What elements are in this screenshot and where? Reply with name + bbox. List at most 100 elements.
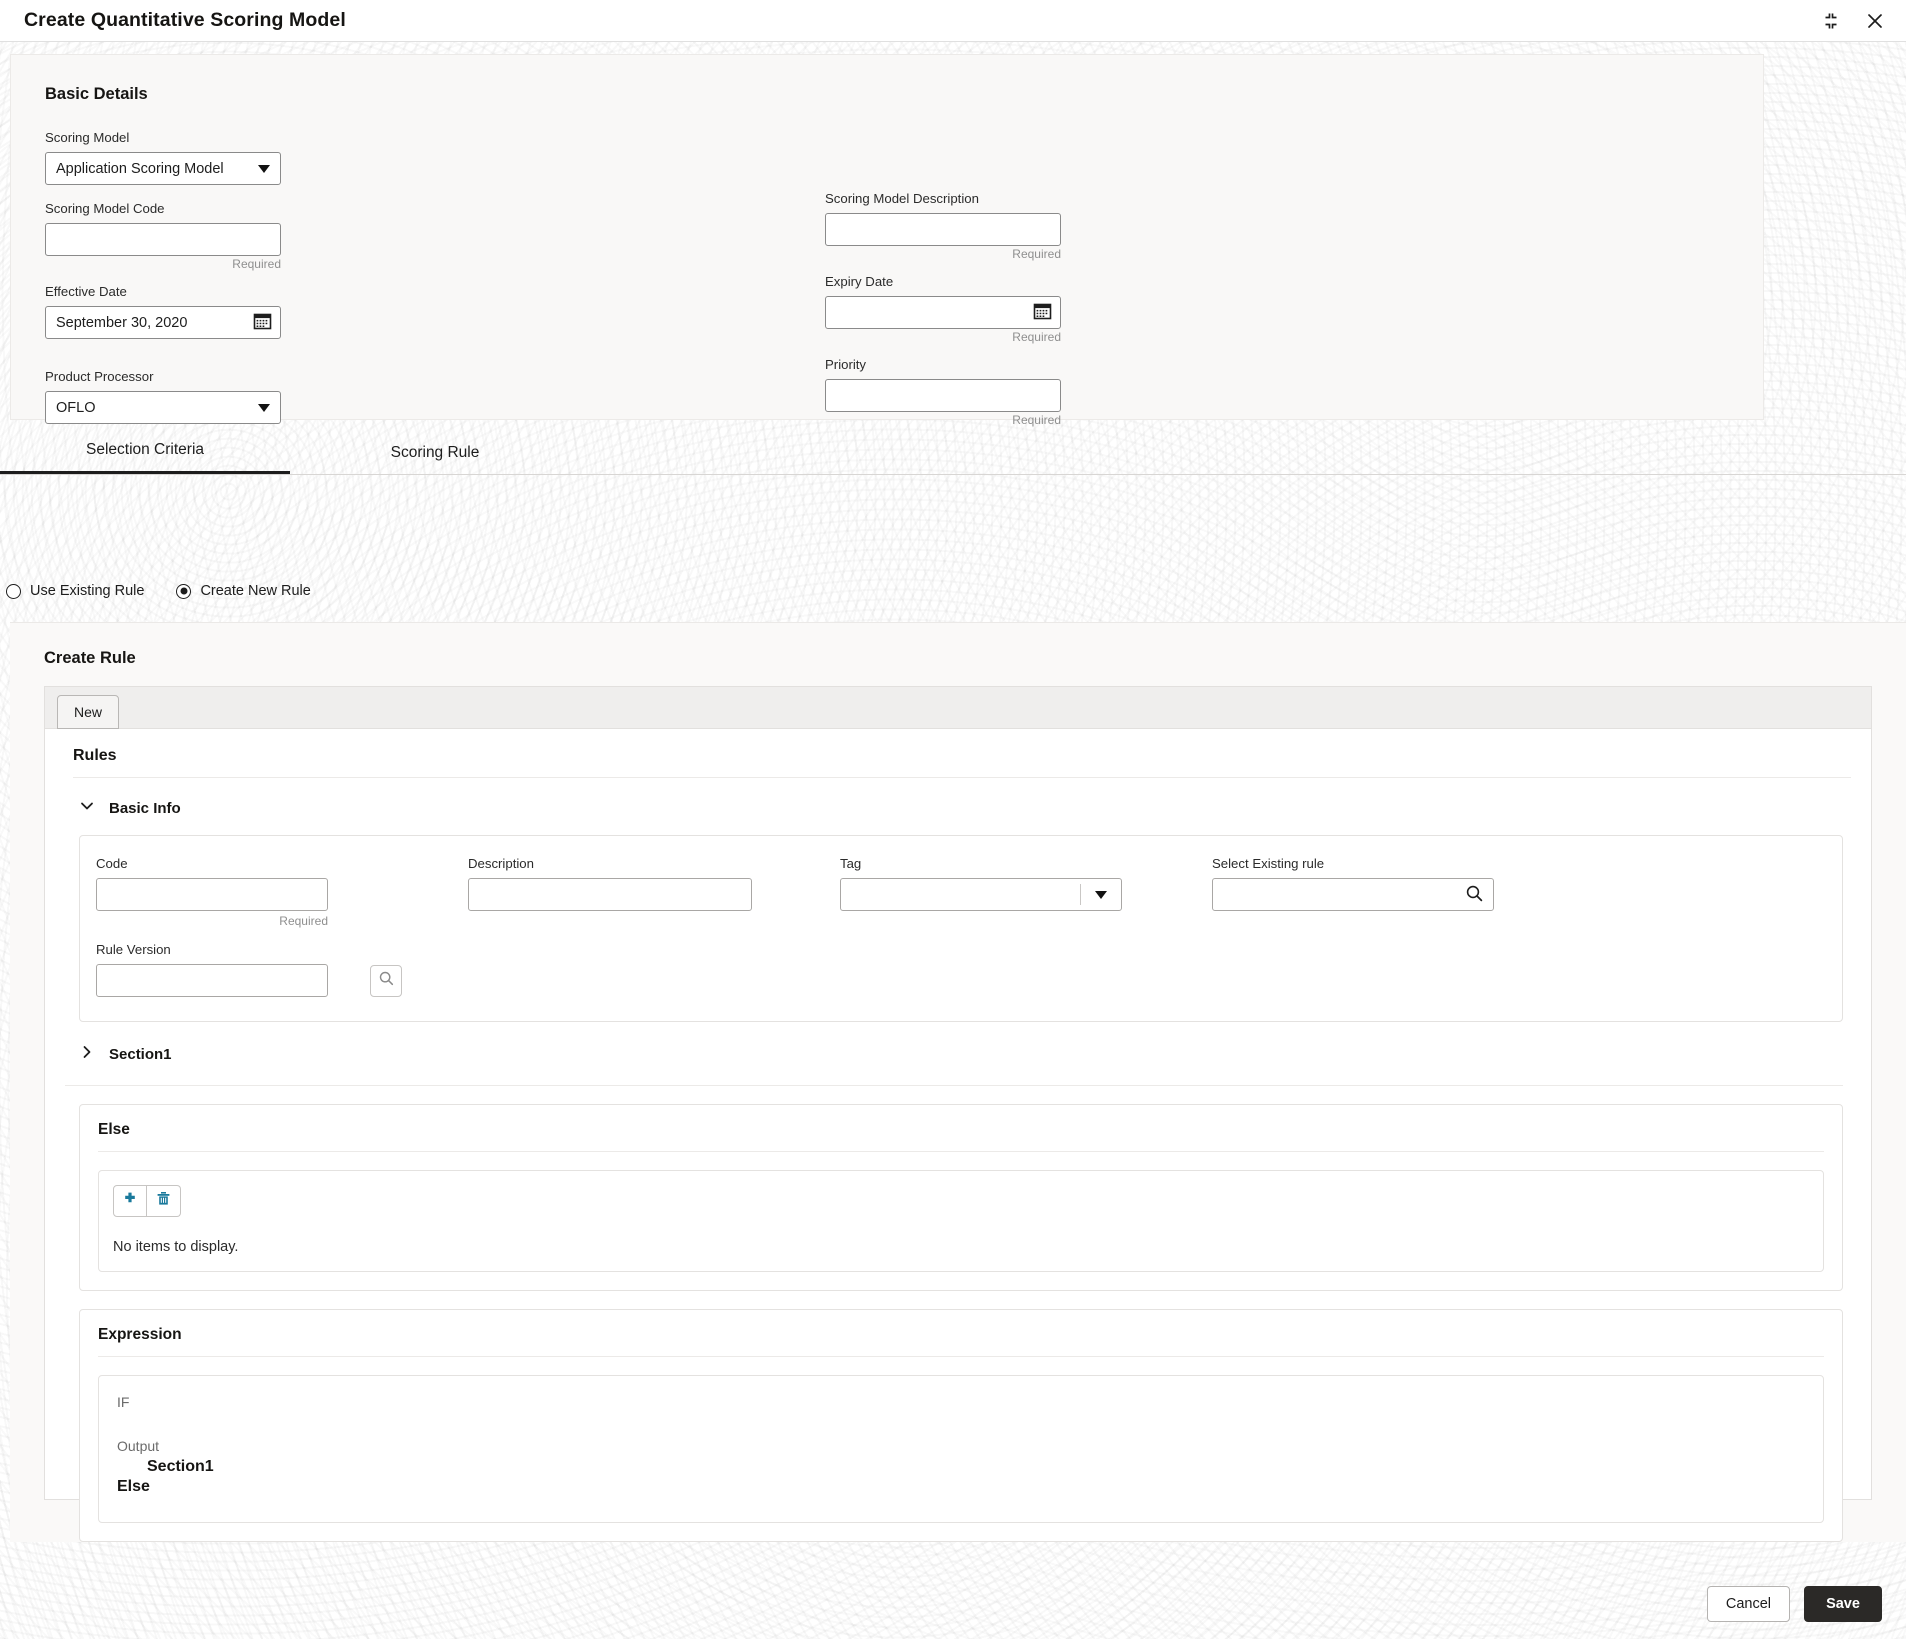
field-expiry-date: Expiry Date Required: [825, 274, 1729, 344]
chevron-down-icon: [79, 798, 95, 819]
field-effective-date: Effective Date September 30, 2020: [45, 284, 685, 339]
else-divider: [98, 1151, 1824, 1152]
product-processor-label: Product Processor: [45, 369, 154, 384]
expression-content: IF Output Section1 Else: [98, 1375, 1824, 1523]
chevron-down-icon[interactable]: [1095, 890, 1107, 899]
radio-circle-selected-icon: [176, 583, 192, 599]
product-processor-select[interactable]: OFLO: [45, 391, 281, 424]
radio-create-new-rule[interactable]: Create New Rule: [176, 583, 311, 599]
rule-tabstrip: New: [44, 686, 1872, 729]
new-rule-tab[interactable]: New: [57, 694, 119, 729]
tag-combobox[interactable]: [840, 878, 1122, 911]
section1-accordion-header[interactable]: Section1: [65, 1022, 1843, 1086]
dialog-titlebar: Create Quantitative Scoring Model: [0, 0, 1906, 42]
search-icon[interactable]: [1465, 884, 1484, 906]
field-description: Description: [468, 856, 840, 928]
field-product-processor: Product Processor OFLO: [45, 369, 685, 424]
select-existing-rule-input[interactable]: [1212, 878, 1494, 911]
else-items-container: No items to display.: [98, 1170, 1824, 1272]
expiry-date-input[interactable]: [825, 296, 1061, 329]
radio-use-existing-rule[interactable]: Use Existing Rule: [6, 583, 144, 599]
scoring-model-code-hint: Required: [232, 257, 281, 271]
basic-info-accordion-header[interactable]: Basic Info: [65, 778, 1851, 835]
effective-date-label: Effective Date: [45, 284, 127, 299]
rule-version-row: Rule Version: [96, 942, 1826, 997]
page-title: Create Quantitative Scoring Model: [24, 9, 346, 31]
window-controls: [1818, 8, 1888, 34]
basic-info-box: Code Required Description Tag Select Exi…: [79, 835, 1843, 1022]
plus-icon: [122, 1191, 138, 1212]
trash-icon: [156, 1191, 171, 1212]
field-tag: Tag: [840, 856, 1212, 928]
rule-mode-radiogroup: Use Existing Rule Create New Rule: [0, 583, 311, 599]
field-select-existing-rule: Select Existing rule: [1212, 856, 1826, 928]
create-rule-heading: Create Rule: [44, 649, 136, 667]
code-hint: Required: [279, 914, 328, 928]
code-label: Code: [96, 856, 128, 871]
basic-details-heading: Basic Details: [45, 85, 148, 103]
else-toolbar: [113, 1185, 1809, 1217]
expression-else-label: Else: [117, 1478, 150, 1495]
expression-output-label: Output: [117, 1438, 160, 1454]
tabbar-divider: [0, 474, 1906, 475]
tab-selection-criteria[interactable]: Selection Criteria: [0, 441, 290, 474]
delete-item-button[interactable]: [147, 1185, 181, 1217]
rule-version-input[interactable]: [96, 964, 328, 997]
basic-details-grid: Scoring Model Application Scoring Model …: [45, 130, 1729, 440]
scoring-model-description-input[interactable]: [825, 213, 1061, 246]
expression-divider: [98, 1356, 1824, 1357]
priority-label: Priority: [825, 357, 867, 372]
basic-details-card: Basic Details Scoring Model Application …: [10, 54, 1764, 427]
cancel-button[interactable]: Cancel: [1706, 1586, 1790, 1622]
field-scoring-model-code: Scoring Model Code Required: [45, 201, 685, 271]
basic-info-grid: Code Required Description Tag Select Exi…: [96, 856, 1826, 928]
expiry-date-hint: Required: [1012, 330, 1061, 344]
field-priority: Priority Required: [825, 357, 1729, 427]
effective-date-value: September 30, 2020: [56, 314, 188, 331]
rules-body: Rules Basic Info Code Required Descripti…: [44, 728, 1872, 1542]
section1-label: Section1: [109, 1046, 172, 1063]
create-scoring-model-dialog: Create Quantitative Scoring Model Basic …: [0, 0, 1906, 1639]
scoring-model-code-input[interactable]: [45, 223, 281, 256]
priority-input[interactable]: [825, 379, 1061, 412]
rule-version-search-button[interactable]: [370, 965, 402, 997]
search-icon: [378, 970, 395, 992]
priority-hint: Required: [1012, 413, 1061, 427]
expression-if-label: IF: [117, 1394, 130, 1410]
field-code: Code Required: [96, 856, 468, 928]
basic-details-left-column: Scoring Model Application Scoring Model …: [45, 130, 685, 440]
close-icon[interactable]: [1862, 8, 1888, 34]
expiry-date-label: Expiry Date: [825, 274, 894, 289]
basic-details-right-column: Scoring Model Description Required Expir…: [825, 130, 1729, 440]
create-rule-panel: Create Rule New Rules Basic Info Code Re…: [10, 622, 1906, 1542]
scoring-model-label: Scoring Model: [45, 130, 130, 145]
scoring-model-code-label: Scoring Model Code: [45, 201, 165, 216]
field-scoring-model: Scoring Model Application Scoring Model: [45, 130, 685, 185]
field-rule-version: Rule Version: [96, 942, 328, 997]
expression-block: Expression IF Output Section1 Else: [79, 1309, 1843, 1542]
description-label: Description: [468, 856, 534, 871]
tab-scoring-rule[interactable]: Scoring Rule: [290, 444, 580, 474]
code-input[interactable]: [96, 878, 328, 911]
add-item-button[interactable]: [113, 1185, 147, 1217]
radio-create-new-rule-label: Create New Rule: [200, 583, 311, 599]
product-processor-value: OFLO: [56, 399, 96, 416]
radio-circle-icon: [6, 583, 21, 599]
calendar-icon[interactable]: [1033, 301, 1052, 324]
description-input[interactable]: [468, 878, 752, 911]
effective-date-input[interactable]: September 30, 2020: [45, 306, 281, 339]
rules-heading: Rules: [73, 747, 1851, 778]
chevron-down-icon: [258, 403, 270, 412]
save-button[interactable]: Save: [1804, 1586, 1882, 1622]
select-existing-rule-label: Select Existing rule: [1212, 856, 1325, 871]
collapse-corners-icon[interactable]: [1818, 8, 1844, 34]
scoring-model-description-hint: Required: [1012, 247, 1061, 261]
calendar-icon[interactable]: [253, 311, 272, 334]
dialog-footer: Cancel Save: [0, 1569, 1906, 1639]
expression-output-value: Section1: [147, 1458, 214, 1475]
tabbar: Selection Criteria Scoring Rule: [0, 430, 1906, 474]
else-block: Else No items to display.: [79, 1104, 1843, 1291]
rule-version-label: Rule Version: [96, 942, 171, 957]
scoring-model-select[interactable]: Application Scoring Model: [45, 152, 281, 185]
else-empty-text: No items to display.: [113, 1239, 239, 1255]
